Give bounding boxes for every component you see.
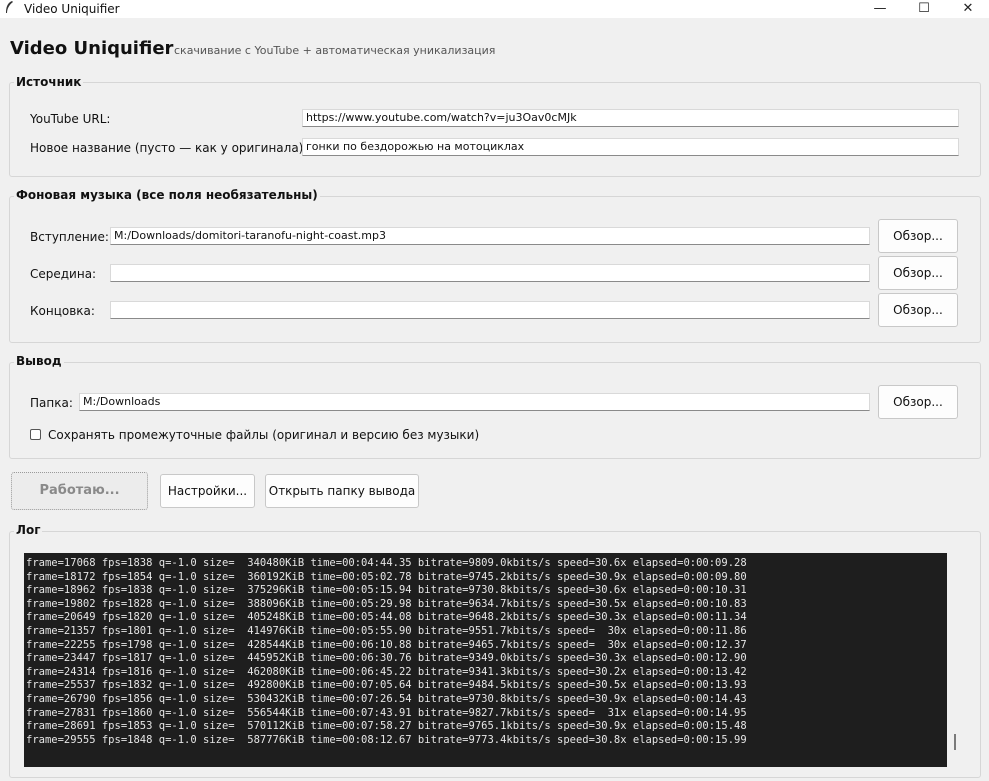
output-folder-input[interactable]: M:/Downloads: [79, 393, 870, 411]
app-title: Video Uniquifier: [10, 38, 174, 59]
source-group-title: Источник: [14, 75, 84, 89]
outro-browse-button[interactable]: Обзор...: [878, 293, 958, 327]
log-line: frame=26790 fps=1856 q=-1.0 size= 530432…: [26, 692, 747, 705]
intro-label: Вступление:: [30, 230, 109, 244]
new-title-label: Новое название (пусто — как у оригинала)…: [30, 141, 308, 155]
settings-button[interactable]: Настройки...: [160, 474, 255, 508]
youtube-url-label: YouTube URL:: [30, 112, 111, 126]
log-line: frame=25537 fps=1832 q=-1.0 size= 492800…: [26, 679, 747, 692]
source-group: [9, 82, 981, 177]
log-line: frame=20649 fps=1820 q=-1.0 size= 405248…: [26, 611, 747, 624]
middle-label: Середина:: [30, 267, 97, 281]
outro-input[interactable]: [110, 301, 870, 319]
log-line: frame=23447 fps=1817 q=-1.0 size= 445952…: [26, 652, 747, 665]
new-title-input[interactable]: гонки по бездорожью на мотоциклах: [302, 138, 959, 156]
log-line: frame=17068 fps=1838 q=-1.0 size= 340480…: [26, 557, 747, 569]
log-output[interactable]: frame=17068 fps=1838 q=-1.0 size= 340480…: [24, 553, 947, 767]
log-line: frame=22255 fps=1798 q=-1.0 size= 428544…: [26, 638, 747, 651]
app-subtitle: скачивание с YouTube + автоматическая ун…: [174, 44, 496, 57]
log-line: frame=24314 fps=1816 q=-1.0 size= 462080…: [26, 665, 747, 678]
open-output-folder-button[interactable]: Открыть папку вывода: [265, 474, 419, 508]
maximize-button[interactable]: ☐: [902, 0, 946, 18]
intro-input[interactable]: M:/Downloads/domitori-taranofu-night-coa…: [110, 227, 870, 245]
middle-browse-button[interactable]: Обзор...: [878, 256, 958, 290]
log-line: frame=27831 fps=1860 q=-1.0 size= 556544…: [26, 706, 747, 719]
keep-intermediate-checkbox[interactable]: [30, 429, 41, 440]
minimize-button[interactable]: —: [858, 0, 902, 18]
music-group-title: Фоновая музыка (все поля необязательны): [14, 188, 320, 202]
middle-input[interactable]: [110, 264, 870, 282]
close-button[interactable]: ✕: [946, 0, 989, 18]
log-line: frame=18962 fps=1838 q=-1.0 size= 375296…: [26, 584, 747, 597]
intro-browse-button[interactable]: Обзор...: [878, 219, 958, 253]
log-scrollbar-thumb[interactable]: [954, 734, 956, 750]
output-group-title: Вывод: [14, 354, 64, 368]
window-title: Video Uniquifier: [24, 2, 120, 16]
log-line: frame=28691 fps=1853 q=-1.0 size= 570112…: [26, 720, 747, 733]
youtube-url-input[interactable]: https://www.youtube.com/watch?v=ju3Oav0c…: [302, 109, 959, 127]
run-button[interactable]: Работаю...: [11, 472, 148, 510]
feather-app-icon: [4, 0, 14, 17]
window-titlebar: Video Uniquifier — ☐ ✕: [0, 0, 989, 18]
log-line: frame=29555 fps=1848 q=-1.0 size= 587776…: [26, 733, 747, 746]
log-group-title: Лог: [14, 523, 43, 537]
output-browse-button[interactable]: Обзор...: [878, 385, 958, 419]
log-line: frame=18172 fps=1854 q=-1.0 size= 360192…: [26, 570, 747, 583]
log-line: frame=19802 fps=1828 q=-1.0 size= 388096…: [26, 597, 747, 610]
log-line: frame=21357 fps=1801 q=-1.0 size= 414976…: [26, 624, 747, 637]
folder-label: Папка:: [30, 396, 73, 410]
outro-label: Концовка:: [30, 304, 95, 318]
keep-intermediate-label: Сохранять промежуточные файлы (оригинал …: [48, 428, 480, 442]
